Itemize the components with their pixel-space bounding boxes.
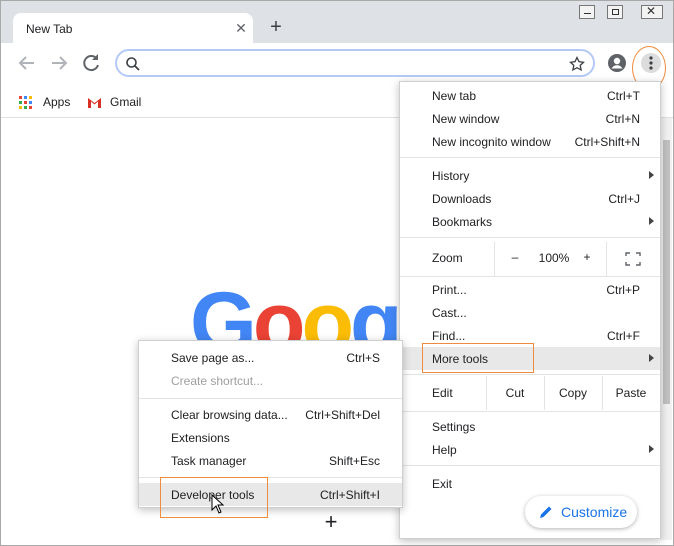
submenu-item-shortcut: Ctrl+S — [346, 351, 380, 365]
submenu-item-label: Create shortcut... — [171, 374, 264, 388]
cut-button[interactable]: Cut — [486, 386, 544, 400]
zoom-out-button[interactable]: – — [508, 250, 522, 264]
bookmark-gmail[interactable]: Gmail — [87, 95, 157, 111]
fullscreen-icon[interactable] — [625, 252, 641, 266]
zoom-label: Zoom — [432, 251, 463, 265]
submenu-item-extensions[interactable]: Extensions — [139, 426, 402, 449]
chrome-main-menu: New tab Ctrl+T New window Ctrl+N New inc… — [399, 81, 661, 539]
tab-strip: New Tab ✕ + ✕ — [1, 1, 673, 45]
customize-label: Customize — [561, 504, 628, 520]
star-bookmark-icon[interactable] — [569, 56, 585, 72]
submenu-item-label: Save page as... — [171, 351, 255, 365]
menu-item-shortcut: Ctrl+T — [607, 89, 640, 103]
submenu-item-create-shortcut: Create shortcut... — [139, 369, 402, 392]
edit-label: Edit — [432, 386, 453, 400]
submenu-item-label: Clear browsing data... — [171, 408, 288, 422]
menu-item-shortcut: Ctrl+Shift+N — [574, 135, 640, 149]
zoom-in-button[interactable]: + — [580, 250, 594, 264]
menu-item-history[interactable]: History — [400, 164, 660, 187]
forward-arrow-icon[interactable] — [47, 51, 71, 75]
menu-item-new-incognito-window[interactable]: New incognito window Ctrl+Shift+N — [400, 130, 660, 153]
menu-item-label: Bookmarks — [432, 215, 493, 229]
menu-item-label: New incognito window — [432, 135, 551, 149]
customize-button[interactable]: Customize — [525, 496, 637, 528]
submenu-arrow-icon — [649, 354, 654, 362]
menu-item-help[interactable]: Help — [400, 438, 660, 461]
menu-item-shortcut: Ctrl+F — [607, 329, 640, 343]
menu-item-label: Cast... — [432, 306, 467, 320]
zoom-divider — [606, 242, 607, 276]
menu-item-label: Exit — [432, 477, 453, 491]
menu-item-new-window[interactable]: New window Ctrl+N — [400, 107, 660, 130]
menu-item-downloads[interactable]: Downloads Ctrl+J — [400, 187, 660, 210]
close-window-icon[interactable]: ✕ — [641, 4, 663, 19]
more-tools-submenu: Save page as... Ctrl+S Create shortcut..… — [138, 340, 403, 518]
profile-avatar-icon[interactable] — [607, 53, 627, 73]
bookmark-apps[interactable]: Apps — [19, 95, 89, 111]
submenu-item-clear-browsing-data[interactable]: Clear browsing data... Ctrl+Shift+Del — [139, 403, 402, 426]
new-tab-button[interactable]: + — [265, 17, 287, 39]
submenu-arrow-icon — [649, 171, 654, 179]
tab-new-tab[interactable]: New Tab ✕ — [13, 13, 253, 45]
mouse-cursor-icon — [211, 494, 225, 514]
edit-row: Edit Cut Copy Paste — [400, 376, 660, 410]
menu-item-cast[interactable]: Cast... — [400, 301, 660, 324]
menu-item-label: New window — [432, 112, 500, 126]
more-tools-highlight-box — [422, 343, 534, 373]
scrollbar-thumb[interactable] — [663, 140, 670, 404]
bookmark-apps-label: Apps — [43, 95, 71, 109]
close-tab-icon[interactable]: ✕ — [233, 20, 249, 36]
tab-title: New Tab — [26, 22, 73, 36]
restore-icon[interactable] — [607, 5, 623, 19]
gmail-icon — [88, 98, 101, 108]
menu-item-label: Help — [432, 443, 457, 457]
menu-separator — [400, 157, 660, 158]
menu-separator — [139, 398, 402, 399]
menu-item-shortcut: Ctrl+N — [605, 112, 640, 126]
address-bar[interactable] — [115, 49, 595, 77]
menu-separator — [400, 411, 660, 412]
apps-grid-icon — [19, 96, 32, 109]
menu-item-bookmarks[interactable]: Bookmarks — [400, 210, 660, 233]
menu-separator — [400, 465, 660, 466]
submenu-item-task-manager[interactable]: Task manager Shift+Esc — [139, 449, 402, 472]
menu-item-label: History — [432, 169, 470, 183]
menu-item-label: Settings — [432, 420, 476, 434]
menu-item-new-tab[interactable]: New tab Ctrl+T — [400, 84, 660, 107]
zoom-level: 100% — [538, 251, 570, 265]
menu-item-settings[interactable]: Settings — [400, 415, 660, 438]
pencil-icon — [540, 506, 552, 518]
copy-button[interactable]: Copy — [544, 386, 602, 400]
submenu-item-shortcut: Ctrl+Shift+Del — [305, 408, 380, 422]
add-shortcut-button[interactable]: + — [320, 511, 342, 534]
menu-item-print[interactable]: Print... Ctrl+P — [400, 278, 660, 301]
menu-item-exit[interactable]: Exit — [400, 472, 660, 495]
menu-item-label: Find... — [432, 329, 466, 343]
zoom-row: Zoom – 100% + — [400, 242, 660, 276]
menu-item-label: New tab — [432, 89, 477, 103]
paste-button[interactable]: Paste — [602, 386, 660, 400]
minimize-icon[interactable] — [579, 5, 595, 19]
back-arrow-icon[interactable] — [15, 51, 39, 75]
submenu-arrow-icon — [649, 445, 654, 453]
menu-item-shortcut: Ctrl+P — [606, 283, 640, 297]
zoom-divider — [494, 242, 495, 276]
toolbar — [1, 43, 673, 85]
submenu-item-shortcut: Ctrl+Shift+I — [319, 488, 380, 502]
submenu-item-label: Task manager — [171, 454, 247, 468]
menu-separator — [400, 276, 660, 277]
submenu-item-save-page[interactable]: Save page as... Ctrl+S — [139, 346, 402, 369]
menu-separator — [400, 374, 660, 375]
menu-separator — [400, 237, 660, 238]
search-icon — [126, 57, 140, 71]
menu-item-shortcut: Ctrl+J — [608, 192, 640, 206]
bookmark-gmail-label: Gmail — [110, 95, 142, 109]
submenu-item-label: Extensions — [171, 431, 230, 445]
reload-icon[interactable] — [79, 51, 103, 75]
menu-item-label: Print... — [432, 283, 467, 297]
menu-item-label: Downloads — [432, 192, 492, 206]
submenu-item-shortcut: Shift+Esc — [328, 454, 380, 468]
submenu-arrow-icon — [649, 217, 654, 225]
